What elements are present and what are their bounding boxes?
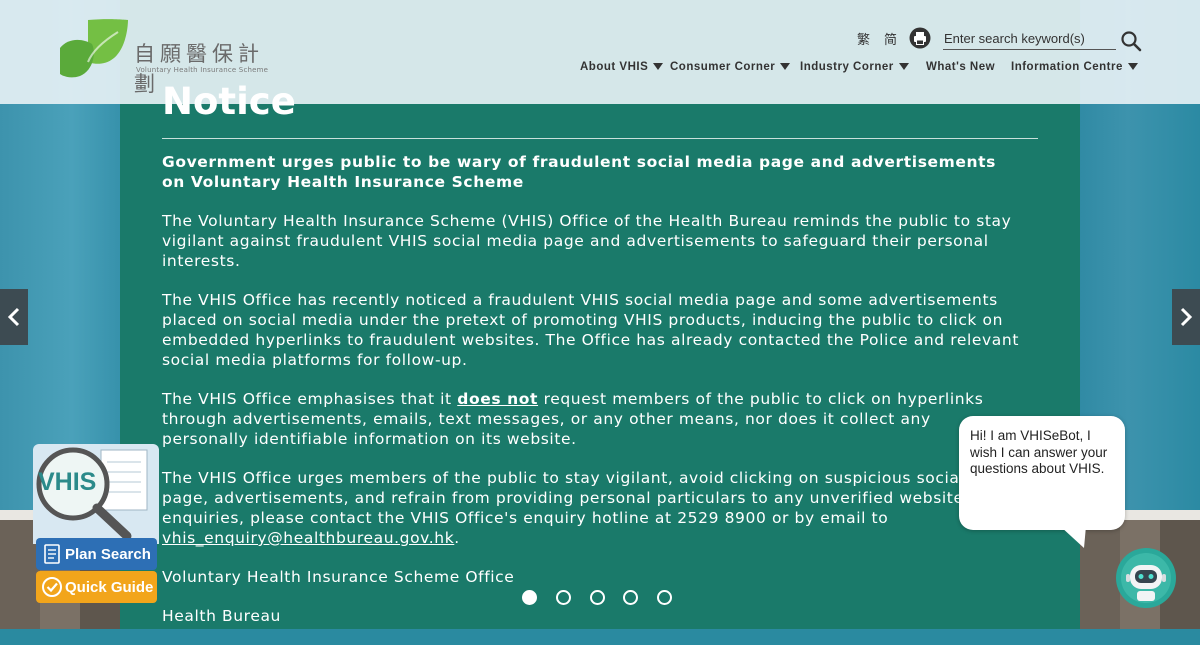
- chevron-left-icon: [7, 307, 20, 327]
- nav-whats-new[interactable]: What's New: [926, 61, 995, 73]
- lang-simplified-chinese[interactable]: 简: [884, 29, 897, 48]
- chevron-down-icon: [1127, 63, 1138, 71]
- plan-search-label: Plan Search: [65, 545, 151, 563]
- leaf-logo-icon: [60, 19, 128, 78]
- nav-consumer-corner[interactable]: Consumer Corner: [670, 61, 791, 73]
- quick-guide-button[interactable]: Quick Guide: [36, 571, 157, 603]
- enquiry-email-link[interactable]: vhis_enquiry@healthbureau.gov.hk: [162, 529, 454, 547]
- notice-paragraph-1: The Voluntary Health Insurance Scheme (V…: [162, 212, 1012, 270]
- chevron-down-icon: [653, 63, 664, 71]
- notice-body: Government urges public to be wary of fr…: [162, 152, 1022, 645]
- logo-english-name: Voluntary Health Insurance Scheme: [136, 66, 269, 74]
- check-circle-icon: [42, 577, 62, 597]
- nav-industry-corner[interactable]: Industry Corner: [800, 61, 909, 73]
- nav-consumer-corner-label: Consumer Corner: [670, 61, 776, 73]
- notice-paragraph-3: The VHIS Office emphasises that it does …: [162, 389, 1022, 449]
- signature-bureau: Health Bureau: [162, 607, 281, 625]
- vhis-badge-text: VHIS: [38, 468, 97, 496]
- carousel-dot-3[interactable]: [590, 590, 605, 605]
- vhis-logo[interactable]: 自願醫保計劃 Voluntary Health Insurance Scheme: [58, 18, 278, 96]
- carousel-prev-button[interactable]: [0, 289, 28, 345]
- document-icon: [44, 544, 60, 564]
- search-icon[interactable]: [1120, 30, 1142, 52]
- carousel-next-button[interactable]: [1172, 289, 1200, 345]
- notice-paragraph-2: The VHIS Office has recently noticed a f…: [162, 291, 1020, 369]
- print-icon[interactable]: [909, 27, 931, 49]
- notice-divider: [162, 138, 1038, 139]
- plan-search-button[interactable]: Plan Search: [36, 538, 157, 570]
- nav-information-centre-label: Information Centre: [1011, 61, 1123, 73]
- notice-heading: Government urges public to be wary of fr…: [162, 153, 996, 191]
- robot-icon[interactable]: [1115, 547, 1177, 609]
- carousel-dot-5[interactable]: [657, 590, 672, 605]
- bubble-tail-icon: [1060, 526, 1086, 548]
- quick-guide-label: Quick Guide: [65, 578, 154, 596]
- vhis-badge-card: VHIS: [33, 444, 159, 544]
- notice-p4-end: .: [454, 529, 460, 547]
- carousel-dot-2[interactable]: [556, 590, 571, 605]
- main-navigation: About VHIS Consumer Corner Industry Corn…: [580, 61, 1144, 77]
- chatbot-message-bubble[interactable]: Hi! I am VHISeBot, I wish I can answer y…: [959, 416, 1125, 530]
- nav-information-centre[interactable]: Information Centre: [1011, 61, 1138, 73]
- notice-title: Notice: [162, 80, 296, 123]
- notice-emphasis: does not: [457, 390, 539, 408]
- nav-whats-new-label: What's New: [926, 61, 996, 73]
- notice-paragraph-4: The VHIS Office urges members of the pub…: [162, 468, 1022, 548]
- lang-traditional-chinese[interactable]: 繁: [857, 29, 870, 48]
- notice-p3-start: The VHIS Office emphasises that it: [162, 390, 458, 408]
- signature-office: Voluntary Health Insurance Scheme Office: [162, 568, 515, 586]
- chevron-down-icon: [780, 63, 791, 71]
- chevron-down-icon: [898, 63, 909, 71]
- carousel-dot-4[interactable]: [623, 590, 638, 605]
- carousel-dot-1[interactable]: [522, 590, 537, 605]
- nav-industry-corner-label: Industry Corner: [800, 61, 894, 73]
- chatbot-message-text: Hi! I am VHISeBot, I wish I can answer y…: [970, 428, 1108, 476]
- nav-about-vhis-label: About VHIS: [580, 61, 649, 73]
- notice-p4-text: The VHIS Office urges members of the pub…: [162, 469, 1022, 527]
- nav-about-vhis[interactable]: About VHIS: [580, 61, 664, 73]
- vhis-quick-widget: VHIS Plan Search Quick Guide: [33, 444, 159, 608]
- search-input[interactable]: [943, 27, 1116, 50]
- chevron-right-icon: [1180, 307, 1193, 327]
